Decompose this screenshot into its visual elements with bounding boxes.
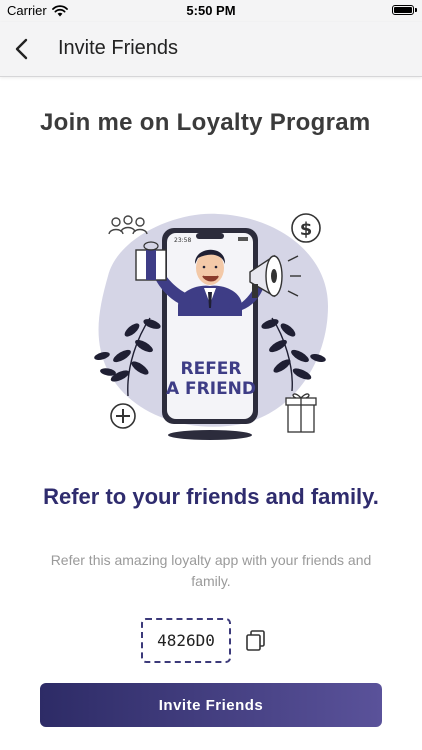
- small-gift-icon: [285, 393, 317, 433]
- phone-time-label: 23:58: [174, 237, 191, 244]
- chevron-left-icon: [15, 38, 28, 60]
- refer-description: Refer this amazing loyalty app with your…: [50, 552, 372, 589]
- people-icon: [108, 215, 148, 235]
- refer-subheading: Refer to your friends and family.: [43, 484, 379, 509]
- referral-code-box[interactable]: 4826D0: [141, 618, 231, 663]
- plus-circle-icon: [110, 403, 136, 429]
- poster-line-2: A FRIEND: [166, 379, 256, 399]
- svg-text:$: $: [300, 219, 313, 240]
- nav-title: Invite Friends: [58, 37, 179, 59]
- back-button[interactable]: [8, 32, 40, 66]
- battery-icon: [392, 5, 417, 15]
- poster-line-1: REFER: [180, 359, 241, 379]
- invite-friends-button[interactable]: Invite Friends: [40, 683, 382, 727]
- dollar-icon: $: [291, 213, 321, 243]
- copy-code-button[interactable]: [244, 628, 268, 652]
- copy-icon: [246, 630, 265, 651]
- refer-friend-illustration: $ 23:58 REFER A FRIEND: [94, 213, 328, 440]
- phone-shadow: [168, 430, 252, 440]
- status-bar: Carrier 5:50 PM: [0, 0, 422, 22]
- page-heading: Join me on Loyalty Program: [40, 109, 371, 136]
- nav-bar: Invite Friends: [0, 22, 422, 77]
- status-time: 5:50 PM: [186, 3, 236, 18]
